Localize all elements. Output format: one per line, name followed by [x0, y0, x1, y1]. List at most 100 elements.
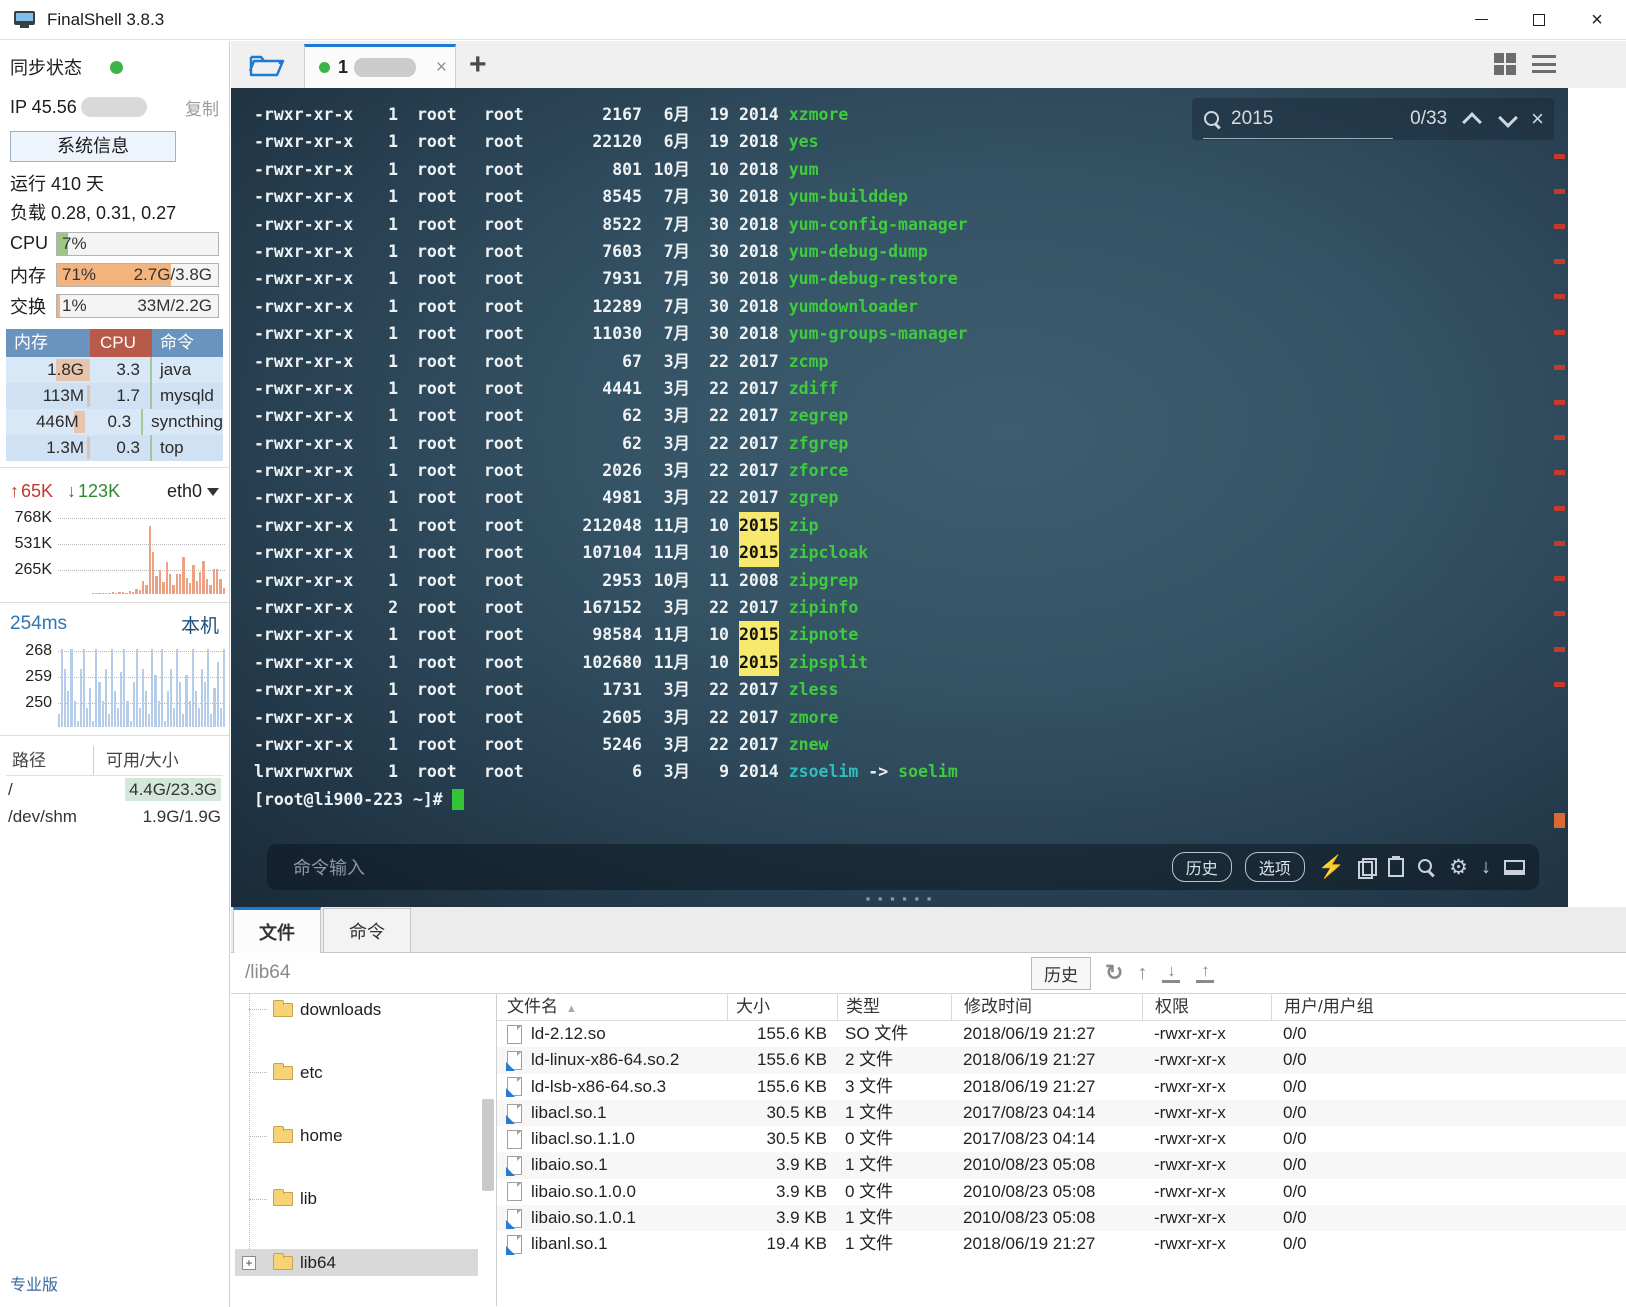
process-row[interactable]: 446M0.3syncthing — [6, 409, 223, 435]
copy-icon[interactable] — [1358, 858, 1375, 877]
file-row[interactable]: ld-lsb-x86-64.so.3155.6 KB3 文件2018/06/19… — [497, 1074, 1626, 1100]
scrollbar-match-mark — [1554, 576, 1565, 581]
tree-item-lib64[interactable]: +lib64 — [231, 1247, 496, 1279]
parent-directory-icon[interactable]: ↑ — [1137, 963, 1147, 983]
options-button[interactable]: 选项 — [1245, 852, 1305, 882]
file-name: yum — [789, 156, 819, 183]
current-path[interactable]: /lib64 — [245, 962, 290, 984]
ping-latency: 254ms — [10, 613, 67, 635]
folder-icon — [273, 1003, 293, 1017]
history-button[interactable]: 历史 — [1172, 852, 1232, 882]
bottom-tab-commands[interactable]: 命令 — [323, 908, 411, 952]
file-row[interactable]: libacl.so.1.1.030.5 KB0 文件2017/08/23 04:… — [497, 1126, 1626, 1152]
file-row[interactable]: libanl.so.119.4 KB1 文件2018/06/19 21:27-r… — [497, 1231, 1626, 1257]
file-row[interactable]: libaio.so.1.0.13.9 KB1 文件2010/08/23 05:0… — [497, 1205, 1626, 1231]
disk-header-size[interactable]: 可用/大小 — [94, 746, 223, 775]
open-connections-button[interactable] — [247, 49, 287, 81]
process-header-cmd[interactable]: 命令 — [152, 329, 223, 357]
file-name: zcmp — [789, 348, 829, 375]
terminal[interactable]: -rwxr-xr-x1rootroot21676月192014xzmore-rw… — [231, 88, 1568, 907]
search-next-button[interactable] — [1497, 108, 1519, 130]
file-row[interactable]: ld-2.12.so155.6 KBSO 文件2018/06/19 21:27-… — [497, 1021, 1626, 1047]
bottom-panel: 文件命令 /lib64 历史 ↻ ↑ ↓ ↑ downloadsetchomel… — [231, 907, 1626, 1307]
tree-item-etc[interactable]: etc — [231, 1057, 496, 1089]
copy-ip-link[interactable]: 复制 — [185, 95, 219, 120]
disk-row: /dev/shm1.9G/1.9G — [6, 803, 223, 830]
process-row[interactable]: 1.3M0.3top — [6, 435, 223, 461]
file-row[interactable]: libaio.so.13.9 KB1 文件2010/08/23 05:08-rw… — [497, 1152, 1626, 1178]
process-mem: 1.8G — [6, 357, 90, 383]
terminal-line: -rwxr-xr-x1rootroot623月222017zegrep — [254, 402, 1478, 429]
maximize-button[interactable] — [1510, 0, 1568, 40]
process-row[interactable]: 113M1.7mysqld — [6, 383, 223, 409]
cpu-percent: 7% — [62, 233, 87, 255]
tab-close-icon[interactable]: × — [436, 57, 447, 79]
file-cell-type: 1 文件 — [837, 1205, 951, 1231]
file-cell-type: 0 文件 — [837, 1126, 951, 1152]
splitter-handle[interactable]: ▪ ▪ ▪ ▪ ▪ ▪ — [866, 891, 934, 906]
gear-icon[interactable]: ⚙ — [1449, 857, 1468, 878]
terminal-line: -rwxr-xr-x1rootroot85227月302018yum-confi… — [254, 211, 1478, 238]
file-cell-owner: 0/0 — [1271, 1179, 1626, 1205]
process-cpu: 0.3 — [90, 435, 152, 461]
file-table-header[interactable]: 文件名▲ — [497, 994, 727, 1020]
file-cell-owner: 0/0 — [1271, 1126, 1626, 1152]
command-input-bar[interactable]: 命令输入 历史 选项 ⚡ ⚙ ↓ — [267, 844, 1539, 890]
file-cell-mtime: 2010/08/23 05:08 — [951, 1205, 1142, 1231]
file-row[interactable]: ld-linux-x86-64.so.2155.6 KB2 文件2018/06/… — [497, 1047, 1626, 1073]
file-row[interactable]: libacl.so.130.5 KB1 文件2017/08/23 04:14-r… — [497, 1100, 1626, 1126]
search-input[interactable]: 2015 — [1231, 108, 1381, 130]
file-name: zip — [789, 512, 819, 539]
file-table-header[interactable]: 大小 — [727, 994, 837, 1020]
disk-path: / — [6, 776, 94, 803]
process-command: java — [152, 357, 223, 383]
search-previous-button[interactable] — [1461, 108, 1483, 130]
tree-item-downloads[interactable]: downloads — [231, 994, 496, 1026]
terminal-scrollbar[interactable] — [1553, 88, 1565, 907]
layout-grid-icon[interactable] — [1494, 53, 1516, 75]
search-close-button[interactable]: × — [1531, 106, 1544, 132]
session-tab[interactable]: 1 × — [304, 44, 456, 88]
disk-usage: 1.9G/1.9G — [94, 803, 223, 830]
folder-icon — [273, 1129, 293, 1143]
menu-icon[interactable] — [1532, 55, 1556, 73]
path-history-button[interactable]: 历史 — [1031, 957, 1091, 990]
file-table-header[interactable]: 修改时间 — [951, 994, 1142, 1020]
upload-icon[interactable]: ↑ — [1195, 963, 1215, 983]
expand-icon[interactable]: + — [242, 1256, 256, 1270]
file-name: znew — [789, 731, 829, 758]
file-table-header[interactable]: 权限 — [1142, 994, 1271, 1020]
minimize-button[interactable] — [1452, 0, 1510, 40]
file-name: yum-builddep — [789, 183, 908, 210]
file-table-header[interactable]: 类型 — [837, 994, 951, 1020]
file-row[interactable]: libaio.so.1.0.03.9 KB0 文件2010/08/23 05:0… — [497, 1179, 1626, 1205]
find-icon[interactable] — [1417, 858, 1436, 877]
terminal-cursor — [452, 789, 464, 810]
process-header-mem[interactable]: 内存 — [6, 329, 90, 357]
system-info-button[interactable]: 系统信息 — [10, 131, 176, 162]
scrollbar-match-mark — [1554, 259, 1565, 264]
close-button[interactable]: × — [1568, 0, 1626, 40]
quick-command-icon[interactable]: ⚡ — [1318, 856, 1345, 878]
disk-header-path[interactable]: 路径 — [6, 746, 94, 775]
bottom-tab-files[interactable]: 文件 — [233, 907, 321, 953]
tree-item-lib[interactable]: lib — [231, 1184, 496, 1216]
fullscreen-icon[interactable] — [1504, 860, 1525, 875]
scroll-down-icon[interactable]: ↓ — [1481, 857, 1491, 877]
edition-label: 专业版 — [10, 1271, 58, 1295]
process-header-cpu[interactable]: CPU — [90, 329, 152, 357]
file-name: yum-debug-dump — [789, 238, 928, 265]
app-icon — [14, 11, 38, 29]
interface-selector[interactable]: eth0 — [167, 481, 219, 502]
command-input-placeholder[interactable]: 命令输入 — [293, 854, 365, 880]
tree-item-home[interactable]: home — [231, 1120, 496, 1152]
process-row[interactable]: 1.8G3.3java — [6, 357, 223, 383]
symlink-file-icon — [507, 1209, 522, 1228]
new-tab-button[interactable]: + — [469, 47, 487, 83]
download-icon[interactable]: ↓ — [1161, 963, 1181, 983]
paste-icon[interactable] — [1388, 858, 1404, 877]
file-table-header[interactable]: 用户/用户组 — [1271, 994, 1626, 1020]
sidebar: 同步状态 IP 45.56 复制 系统信息 运行 410 天 负载 0.28, … — [0, 41, 230, 1307]
terminal-line: lrwxrwxrwx1rootroot63月92014zsoelim->soel… — [254, 758, 1478, 785]
refresh-icon[interactable]: ↻ — [1105, 962, 1123, 984]
